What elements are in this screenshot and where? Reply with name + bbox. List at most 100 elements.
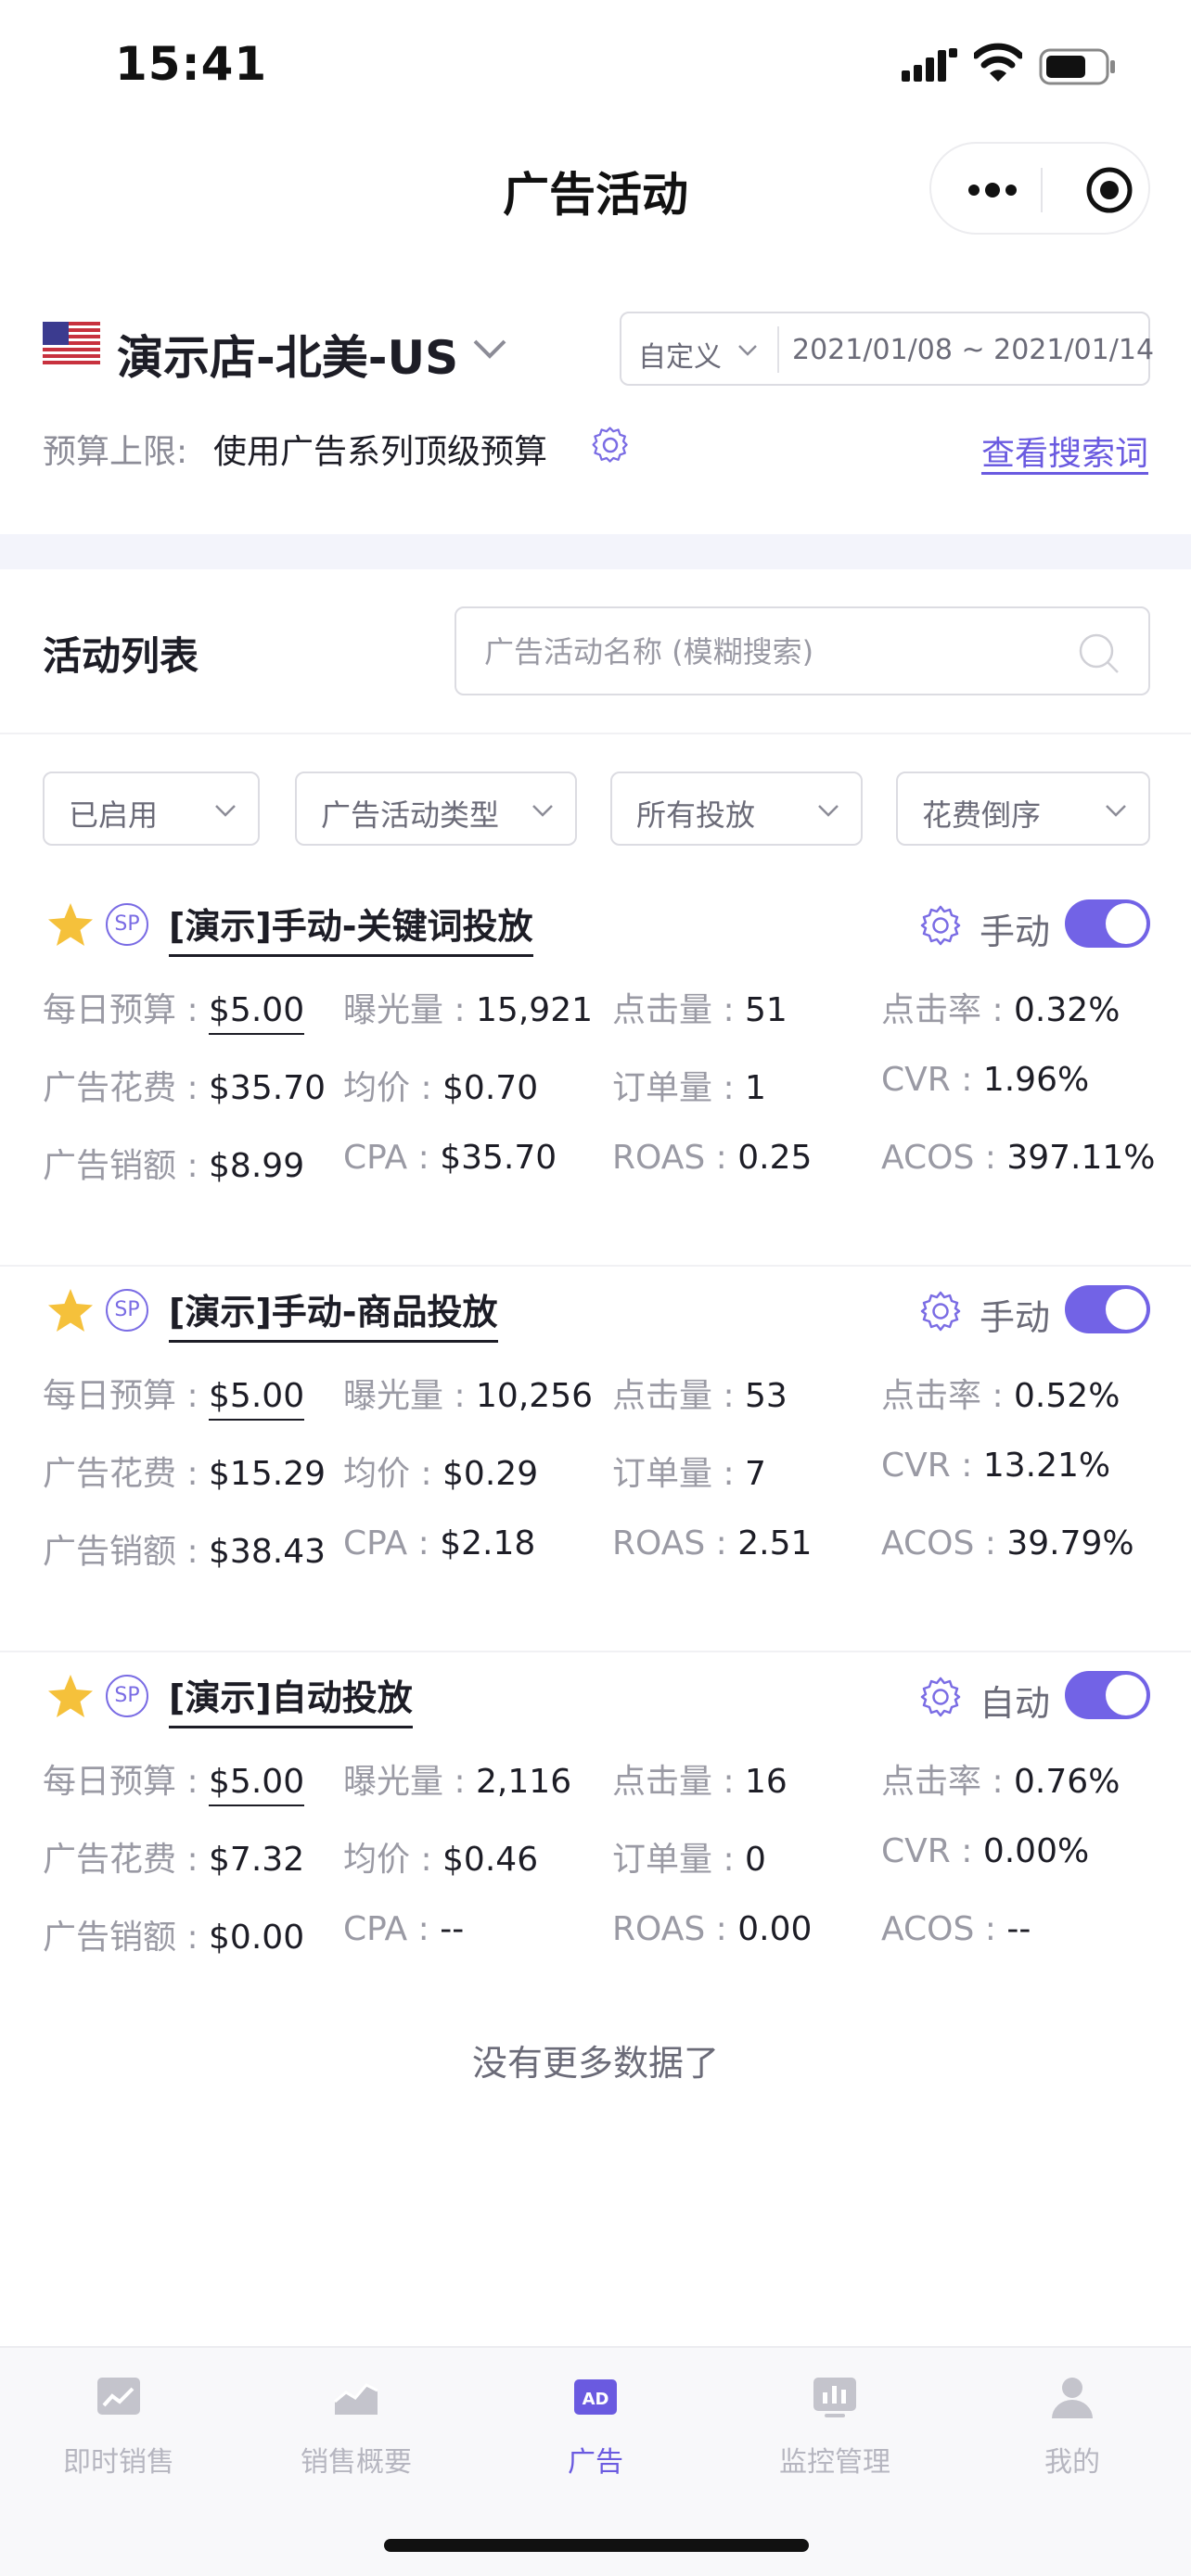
date-filter[interactable]: 自定义 2021/01/08 ~ 2021/01/14 bbox=[620, 312, 1154, 386]
more-icon[interactable] bbox=[967, 179, 1018, 201]
metric: 广告销额 : $38.43 bbox=[43, 1524, 326, 1573]
metric: 广告花费 : $7.32 bbox=[43, 1832, 304, 1881]
gear-icon[interactable] bbox=[918, 903, 963, 948]
sales-chart-icon bbox=[97, 2378, 140, 2415]
campaign-name-link[interactable]: [演示]自动投放 bbox=[169, 1669, 413, 1728]
wifi-icon bbox=[974, 43, 1022, 82]
metric: CVR : 0.00% bbox=[881, 1832, 1089, 1870]
campaign-card: SP [演示]手动-关键词投放 手动 每日预算 : $5.00 曝光量 : 15,921… bbox=[0, 881, 1191, 1267]
metric: ACOS : 39.79% bbox=[881, 1524, 1134, 1562]
campaign-name-link[interactable]: [演示]手动-关键词投放 bbox=[169, 898, 533, 957]
campaign-search-input[interactable] bbox=[484, 627, 1059, 677]
campaign-type-filter[interactable]: 广告活动类型 bbox=[295, 772, 577, 846]
gear-icon[interactable] bbox=[590, 425, 631, 465]
metric: 广告销额 : $8.99 bbox=[43, 1139, 304, 1187]
campaign-search[interactable] bbox=[455, 606, 1150, 695]
metric-value: $2.18 bbox=[440, 1524, 536, 1562]
metric: 曝光量 : 10,256 bbox=[343, 1369, 593, 1417]
tab-profile[interactable]: 我的 bbox=[970, 2374, 1174, 2485]
metric-value: $35.70 bbox=[209, 1069, 326, 1107]
chevron-down-icon[interactable] bbox=[471, 334, 508, 362]
section-divider bbox=[0, 534, 1191, 569]
star-icon[interactable] bbox=[46, 1673, 95, 1719]
chevron-down-icon bbox=[738, 345, 757, 356]
gear-icon[interactable] bbox=[918, 1289, 963, 1333]
campaign-name-link[interactable]: [演示]手动-商品投放 bbox=[169, 1283, 498, 1343]
metric: 点击量 : 53 bbox=[612, 1369, 788, 1417]
metric-value: $0.46 bbox=[442, 1841, 539, 1879]
daily-budget-link[interactable]: $5.00 bbox=[209, 1763, 305, 1806]
toggle-knob bbox=[1106, 1675, 1146, 1715]
metric: ROAS : 2.51 bbox=[612, 1524, 812, 1562]
svg-text:AD: AD bbox=[583, 2390, 609, 2409]
search-icon[interactable] bbox=[1078, 632, 1121, 675]
campaign-mode: 自动 bbox=[980, 1683, 1051, 1724]
metric-label: 广告花费 : bbox=[43, 1455, 198, 1493]
metric: 点击率 : 0.76% bbox=[881, 1754, 1120, 1803]
metric: ACOS : -- bbox=[881, 1910, 1031, 1948]
metric-value: 1.96% bbox=[982, 1061, 1090, 1099]
daily-budget-link[interactable]: $5.00 bbox=[209, 991, 305, 1035]
tab-monitoring[interactable]: 监控管理 bbox=[733, 2374, 937, 2485]
metric-value: 10,256 bbox=[476, 1377, 593, 1415]
status-filter[interactable]: 已启用 bbox=[43, 772, 260, 846]
campaign-toggle[interactable] bbox=[1065, 1285, 1150, 1333]
metric-value: $15.29 bbox=[209, 1455, 326, 1493]
targeting-filter[interactable]: 所有投放 bbox=[610, 772, 863, 846]
metric-label: CVR : bbox=[881, 1447, 973, 1485]
tab-realtime-sales[interactable]: 即时销售 bbox=[17, 2374, 221, 2485]
date-range[interactable]: 2021/01/08 ~ 2021/01/14 bbox=[792, 334, 1154, 366]
campaign-toggle[interactable] bbox=[1065, 899, 1150, 948]
metric-value: 0 bbox=[745, 1841, 766, 1879]
tab-label: 我的 bbox=[1044, 2446, 1100, 2479]
star-icon[interactable] bbox=[46, 901, 95, 948]
metric-value: -- bbox=[1006, 1910, 1031, 1948]
metric-label: 均价 : bbox=[343, 1069, 432, 1107]
metric-label: 点击率 : bbox=[881, 1763, 1004, 1801]
metric-value: 7 bbox=[745, 1455, 766, 1493]
store-selector[interactable]: 演示店-北美-US bbox=[117, 321, 458, 388]
view-search-terms-link[interactable]: 查看搜索词 bbox=[981, 427, 1148, 475]
metric: 订单量 : 7 bbox=[612, 1447, 766, 1495]
sort-filter[interactable]: 花费倒序 bbox=[896, 772, 1150, 846]
metric: 每日预算 : $5.00 bbox=[43, 1754, 305, 1806]
metric: 点击量 : 16 bbox=[612, 1754, 788, 1803]
metric-value: 53 bbox=[745, 1377, 788, 1415]
tab-ads[interactable]: AD 广告 bbox=[493, 2374, 698, 2485]
budget-label: 预算上限: bbox=[43, 433, 188, 471]
campaign-card: SP [演示]手动-商品投放 手动 每日预算 : $5.00 曝光量 : 10,256 点… bbox=[0, 1267, 1191, 1652]
metric-label: 点击量 : bbox=[612, 1763, 735, 1801]
metric-label: 均价 : bbox=[343, 1455, 432, 1493]
divider bbox=[0, 733, 1191, 734]
metric: 均价 : $0.70 bbox=[343, 1061, 538, 1109]
date-mode-select[interactable]: 自定义 bbox=[638, 334, 722, 375]
metric-value: 15,921 bbox=[476, 991, 593, 1029]
campaign-mode: 手动 bbox=[980, 912, 1051, 952]
close-target-icon[interactable] bbox=[1085, 166, 1133, 214]
gear-icon[interactable] bbox=[918, 1675, 963, 1719]
daily-budget-link[interactable]: $5.00 bbox=[209, 1377, 305, 1421]
metric-label: 每日预算 : bbox=[43, 1377, 198, 1415]
filter-label: 花费倒序 bbox=[922, 797, 1042, 833]
sp-badge: SP bbox=[106, 1675, 148, 1717]
metric-label: 点击率 : bbox=[881, 1377, 1004, 1415]
campaign-toggle[interactable] bbox=[1065, 1671, 1150, 1719]
battery-icon bbox=[1039, 48, 1115, 85]
page: 15:41 广告活动 演示店-北美-US 自定义 2021/01/08 ~ 20… bbox=[0, 0, 1191, 2576]
metric-value: 13.21% bbox=[982, 1447, 1111, 1485]
metric-label: ROAS : bbox=[612, 1910, 727, 1948]
metric-label: 曝光量 : bbox=[343, 991, 466, 1029]
metric-label: 点击量 : bbox=[612, 1377, 735, 1415]
metric-label: 每日预算 : bbox=[43, 991, 198, 1029]
metric-value: 0.52% bbox=[1014, 1377, 1121, 1415]
metric-label: CPA : bbox=[343, 1910, 429, 1948]
metric: 点击量 : 51 bbox=[612, 983, 788, 1031]
metric-label: 订单量 : bbox=[612, 1069, 735, 1107]
metric-label: 点击量 : bbox=[612, 991, 735, 1029]
tab-label: 广告 bbox=[568, 2446, 623, 2479]
metric: 每日预算 : $5.00 bbox=[43, 1369, 305, 1421]
metric: CPA : $35.70 bbox=[343, 1139, 557, 1177]
profile-icon bbox=[1052, 2378, 1093, 2418]
star-icon[interactable] bbox=[46, 1287, 95, 1333]
tab-sales-summary[interactable]: 销售概要 bbox=[254, 2374, 458, 2485]
